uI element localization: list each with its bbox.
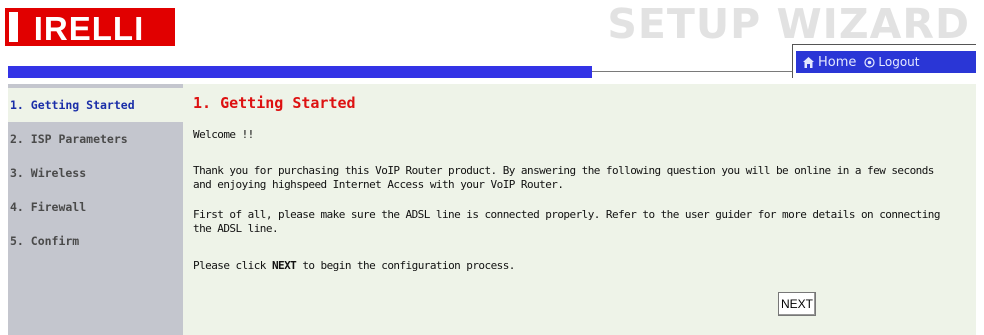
adsl-instruction-text: First of all, please make sure the ADSL …	[193, 208, 940, 235]
next-instruction-prefix: Please click	[193, 259, 272, 272]
logout-label: Logout	[878, 55, 920, 69]
home-label: Home	[818, 54, 857, 70]
setup-wizard-title: SETUP WIZARD	[607, 0, 970, 48]
header-divider	[592, 71, 792, 72]
sidebar-item-isp-parameters[interactable]: 2. ISP Parameters	[8, 122, 183, 156]
thanks-text: Thank you for purchasing this VoIP Route…	[193, 164, 934, 191]
top-nav-panel: Home Logout	[792, 44, 976, 78]
welcome-text: Welcome !!	[193, 128, 254, 141]
main-content: 1. Getting Started Welcome !! Thank you …	[183, 84, 976, 335]
top-nav-bar: Home Logout	[796, 51, 976, 73]
sidebar-item-wireless[interactable]: 3. Wireless	[8, 156, 183, 190]
next-instruction-text: Please click NEXT to begin the configura…	[193, 259, 953, 273]
home-link[interactable]: Home	[802, 55, 856, 70]
header-accent-bar	[8, 66, 592, 78]
logout-icon	[864, 56, 875, 68]
home-icon	[802, 56, 815, 68]
page-title: 1. Getting Started	[193, 94, 356, 112]
logout-link[interactable]: Logout	[864, 55, 919, 69]
svg-text:IRELLI: IRELLI	[34, 10, 145, 46]
next-button[interactable]: NEXT	[778, 292, 816, 316]
sidebar-item-getting-started[interactable]: 1. Getting Started	[8, 88, 183, 122]
next-instruction-suffix: to begin the configuration process.	[296, 259, 515, 272]
header: IRELLI SETUP WIZARD Home Logout	[0, 0, 984, 78]
sidebar-item-confirm[interactable]: 5. Confirm	[8, 224, 183, 258]
next-instruction-emphasis: NEXT	[271, 259, 297, 272]
sidebar-item-firewall[interactable]: 4. Firewall	[8, 190, 183, 224]
sidebar: 1. Getting Started 2. ISP Parameters 3. …	[8, 84, 183, 335]
pirelli-logo: IRELLI	[5, 8, 175, 46]
